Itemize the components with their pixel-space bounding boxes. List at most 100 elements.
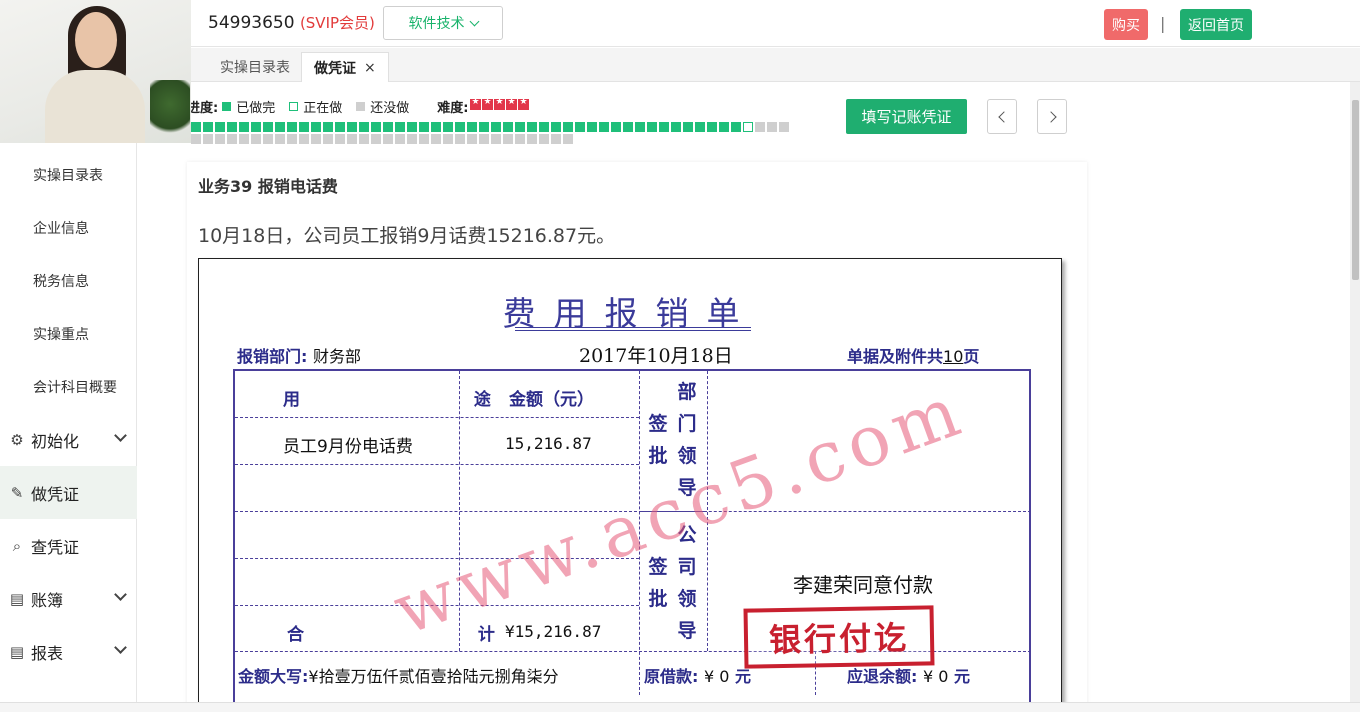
progress-cell[interactable] <box>647 122 657 132</box>
progress-cell[interactable] <box>335 134 345 144</box>
progress-cell[interactable] <box>539 134 549 144</box>
progress-cell[interactable] <box>407 122 417 132</box>
sidebar-item-catalog[interactable]: 实操目录表 <box>0 148 137 201</box>
sidebar-item-tax[interactable]: 税务信息 <box>0 254 137 307</box>
progress-cell[interactable] <box>323 134 333 144</box>
progress-cell[interactable] <box>239 134 249 144</box>
progress-cell[interactable] <box>287 122 297 132</box>
progress-cell[interactable] <box>263 122 273 132</box>
progress-cell[interactable] <box>599 122 609 132</box>
progress-cell[interactable] <box>239 122 249 132</box>
progress-cell[interactable] <box>299 122 309 132</box>
page-scrollbar[interactable] <box>1350 82 1360 702</box>
progress-cell[interactable] <box>443 122 453 132</box>
progress-cell[interactable] <box>227 122 237 132</box>
scrollbar-thumb[interactable] <box>1352 100 1359 280</box>
progress-cell[interactable] <box>671 122 681 132</box>
progress-cell[interactable] <box>455 134 465 144</box>
progress-cell[interactable] <box>443 134 453 144</box>
progress-cell[interactable] <box>743 122 753 132</box>
progress-cell[interactable] <box>395 134 405 144</box>
progress-cell[interactable] <box>707 122 717 132</box>
progress-cell[interactable] <box>503 134 513 144</box>
progress-cell[interactable] <box>695 122 705 132</box>
sidebar-group-check-voucher[interactable]: ⌕ 查凭证 <box>0 519 137 572</box>
sidebar-item-accounts[interactable]: 会计科目概要 <box>0 360 137 413</box>
progress-cell[interactable] <box>431 134 441 144</box>
progress-cell[interactable] <box>551 134 561 144</box>
progress-cell[interactable] <box>527 122 537 132</box>
progress-cell[interactable] <box>419 134 429 144</box>
progress-cell[interactable] <box>515 122 525 132</box>
sidebar-group-ledger[interactable]: ▤ 账簿 <box>0 572 137 625</box>
progress-cell[interactable] <box>455 122 465 132</box>
software-tech-dropdown[interactable]: 软件技术 <box>383 6 503 40</box>
progress-cell[interactable] <box>371 134 381 144</box>
progress-cell[interactable] <box>251 134 261 144</box>
progress-cell[interactable] <box>191 122 201 132</box>
progress-cell[interactable] <box>407 134 417 144</box>
progress-cell[interactable] <box>275 122 285 132</box>
progress-cell[interactable] <box>335 122 345 132</box>
progress-cell[interactable] <box>779 122 789 132</box>
next-button[interactable] <box>1037 99 1067 134</box>
fill-voucher-button[interactable]: 填写记账凭证 <box>846 99 967 134</box>
progress-cell[interactable] <box>479 122 489 132</box>
progress-cell[interactable] <box>551 122 561 132</box>
close-icon[interactable]: × <box>364 60 376 76</box>
progress-cell[interactable] <box>359 122 369 132</box>
progress-cell[interactable] <box>251 122 261 132</box>
progress-cell[interactable] <box>539 122 549 132</box>
progress-cell[interactable] <box>287 134 297 144</box>
sidebar-item-key-points[interactable]: 实操重点 <box>0 307 137 360</box>
progress-cell[interactable] <box>395 122 405 132</box>
progress-cell[interactable] <box>311 122 321 132</box>
progress-cell[interactable] <box>587 122 597 132</box>
progress-cell[interactable] <box>635 122 645 132</box>
sidebar-group-make-voucher[interactable]: ✎ 做凭证 <box>0 466 137 519</box>
progress-cell[interactable] <box>623 122 633 132</box>
progress-cell[interactable] <box>203 134 213 144</box>
progress-cell[interactable] <box>731 122 741 132</box>
sidebar-group-init[interactable]: ⚙ 初始化 <box>0 413 137 466</box>
progress-cell[interactable] <box>719 122 729 132</box>
progress-cell[interactable] <box>419 122 429 132</box>
progress-cell[interactable] <box>467 122 477 132</box>
tab-catalog[interactable]: 实操目录表 <box>208 52 302 82</box>
progress-cell[interactable] <box>323 122 333 132</box>
home-button[interactable]: 返回首页 <box>1180 9 1252 40</box>
progress-cell[interactable] <box>503 122 513 132</box>
progress-cell[interactable] <box>383 134 393 144</box>
progress-cell[interactable] <box>683 122 693 132</box>
sidebar-item-company[interactable]: 企业信息 <box>0 201 137 254</box>
progress-cell[interactable] <box>563 134 573 144</box>
buy-button[interactable]: 购买 <box>1104 9 1148 40</box>
progress-cell[interactable] <box>347 134 357 144</box>
progress-cell[interactable] <box>515 134 525 144</box>
progress-cell[interactable] <box>491 134 501 144</box>
progress-cell[interactable] <box>359 134 369 144</box>
progress-cell[interactable] <box>563 122 573 132</box>
progress-cell[interactable] <box>311 134 321 144</box>
tab-make-voucher[interactable]: 做凭证 × <box>301 52 389 82</box>
sidebar-group-report[interactable]: ▤ 报表 <box>0 625 137 678</box>
progress-cell[interactable] <box>575 122 585 132</box>
progress-cell[interactable] <box>755 122 765 132</box>
progress-cell[interactable] <box>527 134 537 144</box>
progress-cell[interactable] <box>467 134 477 144</box>
progress-cell[interactable] <box>371 122 381 132</box>
progress-cell[interactable] <box>431 122 441 132</box>
progress-cell[interactable] <box>383 122 393 132</box>
progress-cell[interactable] <box>347 122 357 132</box>
progress-cell[interactable] <box>215 134 225 144</box>
progress-cell[interactable] <box>263 134 273 144</box>
progress-cell[interactable] <box>479 134 489 144</box>
progress-cell[interactable] <box>299 134 309 144</box>
progress-cell[interactable] <box>215 122 225 132</box>
progress-cell[interactable] <box>659 122 669 132</box>
progress-cell[interactable] <box>203 122 213 132</box>
prev-button[interactable] <box>987 99 1017 134</box>
progress-cell[interactable] <box>275 134 285 144</box>
progress-cell[interactable] <box>491 122 501 132</box>
progress-cell[interactable] <box>191 134 201 144</box>
